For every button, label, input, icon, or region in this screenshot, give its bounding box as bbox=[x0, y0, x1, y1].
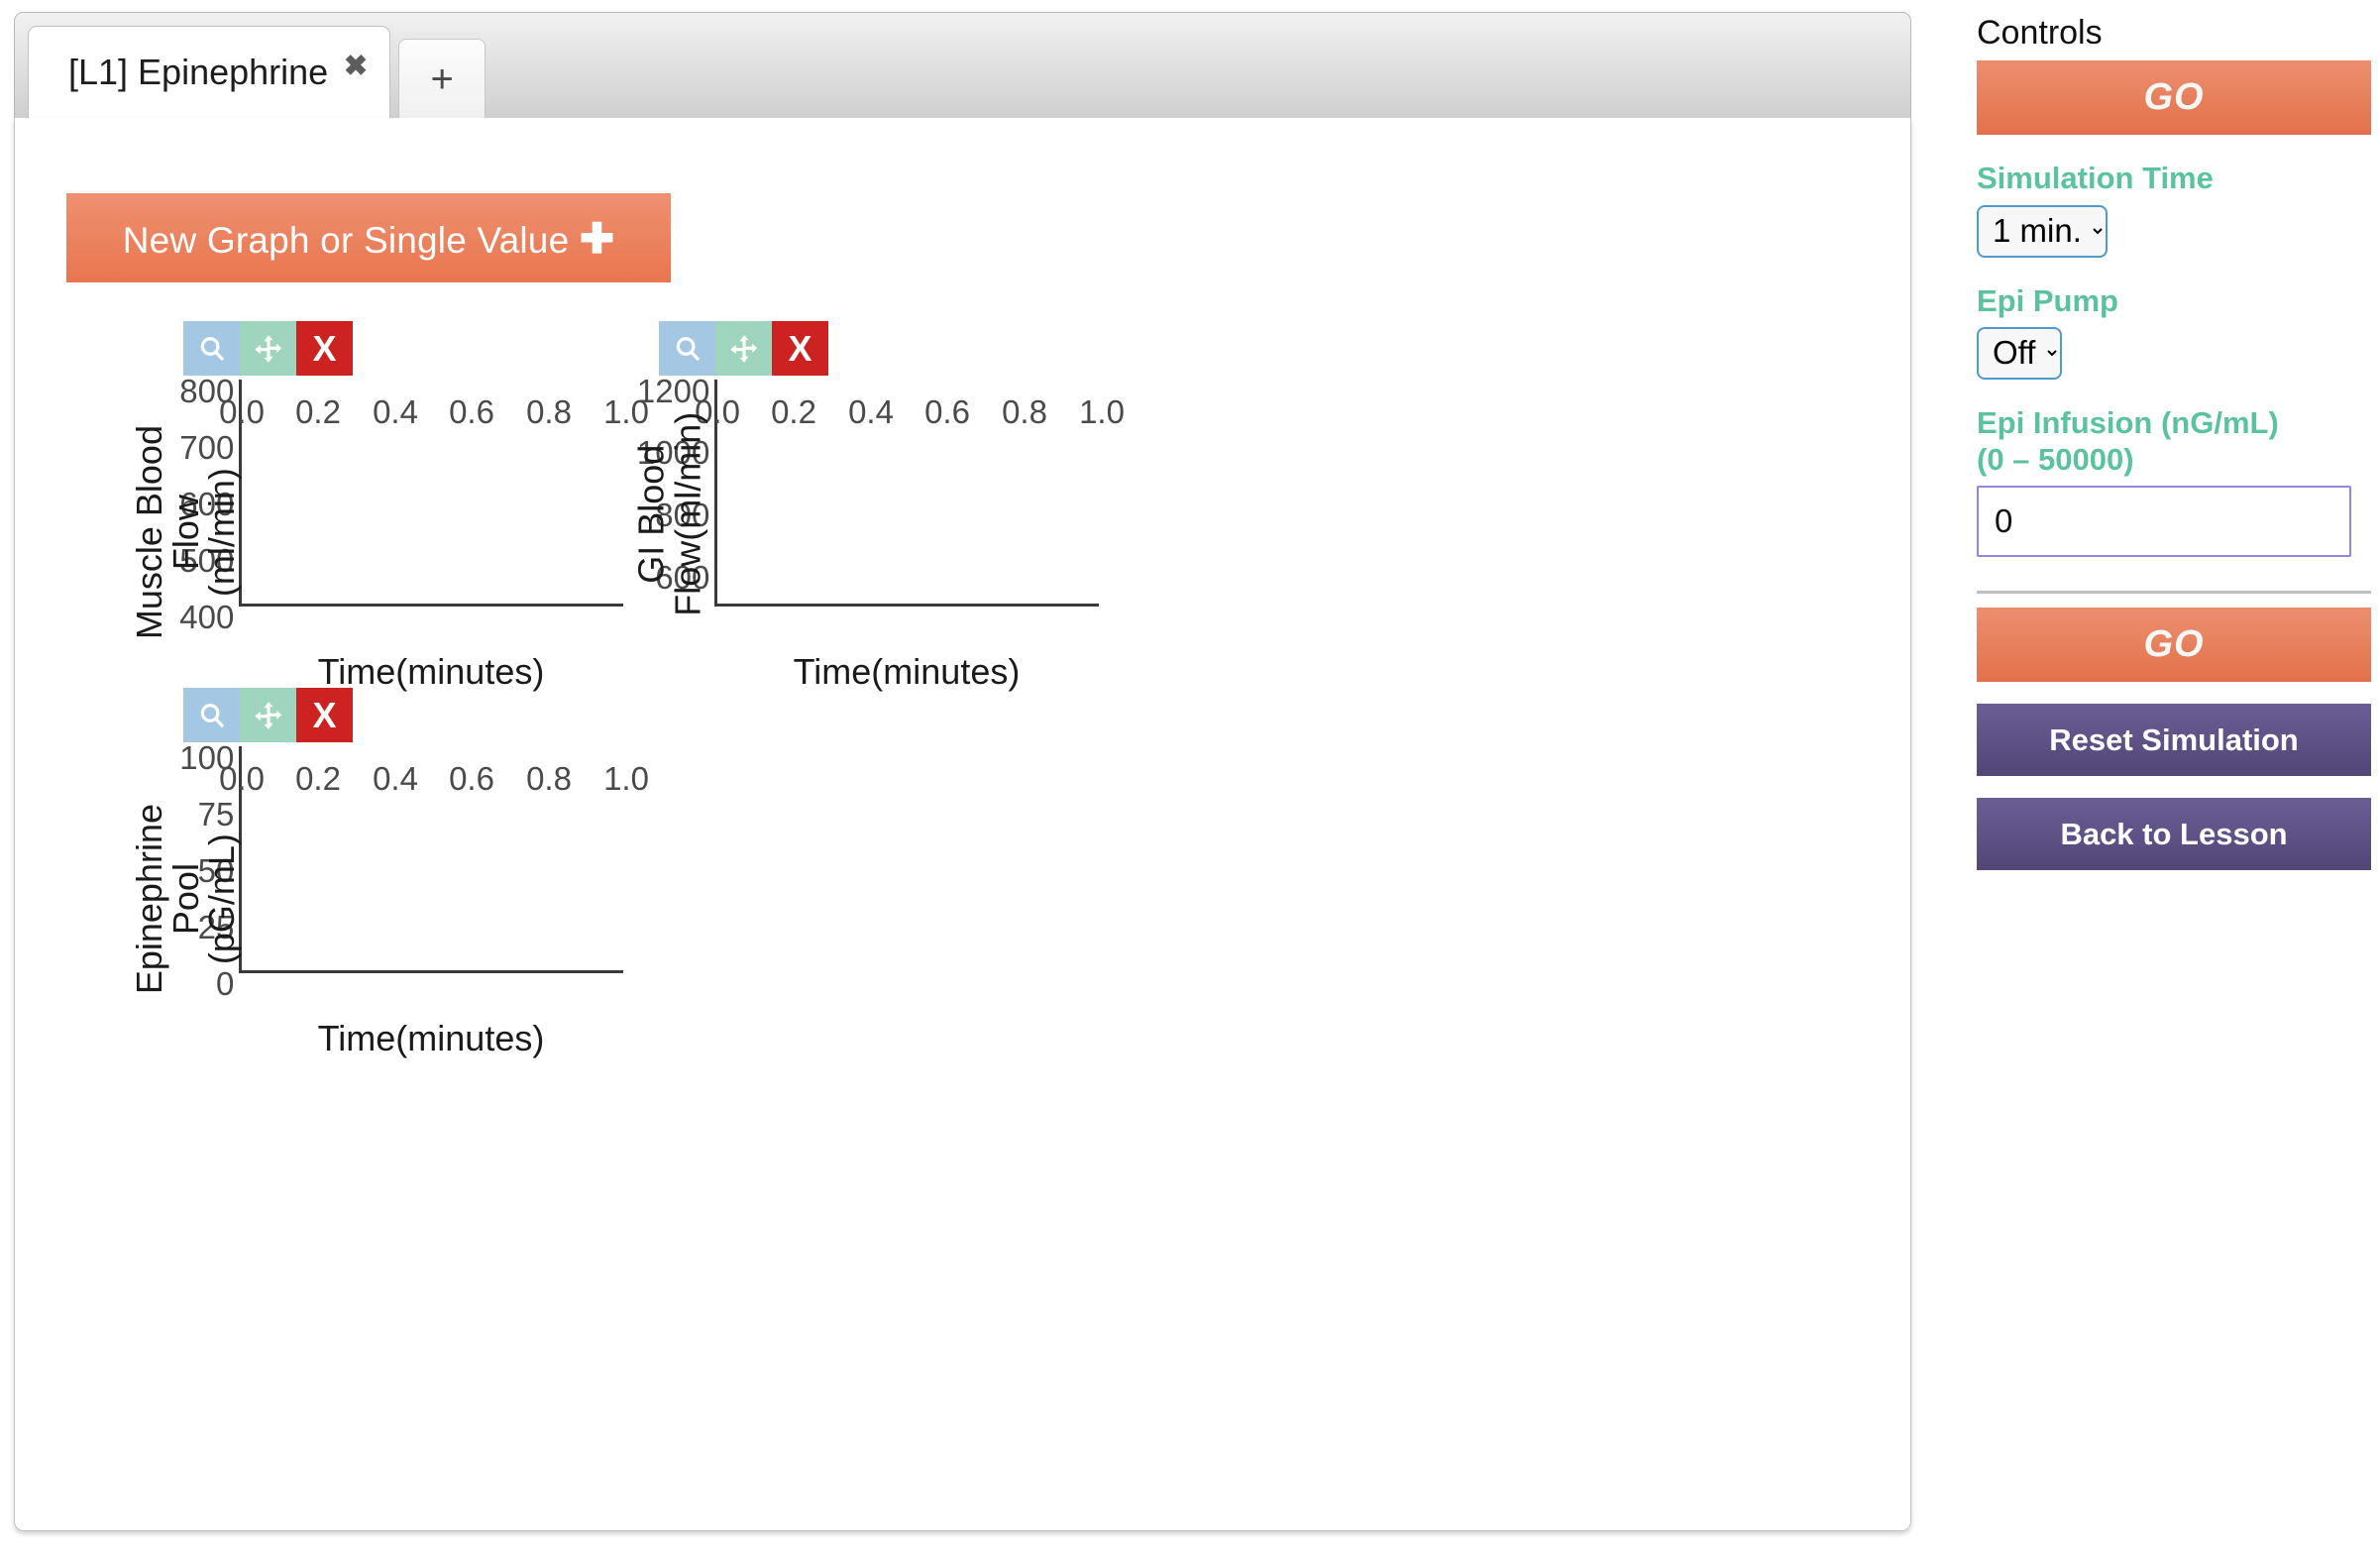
zoom-icon[interactable] bbox=[659, 321, 715, 376]
go-button-top[interactable]: GO bbox=[1977, 60, 2371, 135]
y-axis-label: Epinephrine Pool (pG/mL) bbox=[128, 804, 243, 995]
chart-muscle-blood-flow: X 400 500 600 700 800 0.0 0.2 0.4 0.6 0.… bbox=[110, 321, 649, 692]
x-tick: 0.2 bbox=[771, 393, 816, 430]
axes: 600 800 1000 1200 0.0 0.2 0.4 0.6 0.8 1.… bbox=[637, 373, 1125, 607]
simulation-time-select[interactable]: 1 min. bbox=[1977, 204, 2108, 258]
x-axis-label: Time(minutes) bbox=[317, 651, 545, 692]
x-axis-label: Time(minutes) bbox=[317, 1018, 545, 1058]
x-tick: 0.6 bbox=[924, 393, 970, 430]
axes: 0 25 50 75 100 0.0 0.2 0.4 0.6 0.8 1.0 bbox=[179, 739, 649, 1002]
tab-bar: [L1] Epinephrine ✖ + bbox=[14, 12, 1911, 120]
close-chart-label: X bbox=[788, 327, 812, 369]
add-tab-button[interactable]: + bbox=[398, 39, 487, 120]
chart-epinephrine-pool: X 0 25 50 75 100 0.0 0.2 0.4 0.6 0.8 1.0… bbox=[110, 688, 649, 1058]
zoom-icon[interactable] bbox=[183, 688, 240, 742]
x-tick: 0.8 bbox=[526, 760, 572, 797]
x-tick: 1.0 bbox=[603, 760, 649, 797]
chart-toolbar: X bbox=[183, 321, 353, 376]
x-axis-label: Time(minutes) bbox=[793, 651, 1021, 692]
epi-infusion-input[interactable] bbox=[1977, 486, 2351, 558]
tab-close-icon[interactable]: ✖ bbox=[344, 53, 368, 81]
tab-label: [L1] Epinephrine bbox=[68, 52, 329, 92]
chart-toolbar: X bbox=[659, 321, 828, 376]
close-chart-label: X bbox=[312, 327, 337, 369]
controls-title: Controls bbox=[1977, 14, 2103, 52]
plot-area: 400 500 600 700 800 0.0 0.2 0.4 0.6 0.8 … bbox=[110, 373, 649, 692]
back-to-lesson-button[interactable]: Back to Lesson bbox=[1977, 798, 2371, 871]
x-tick: 0.8 bbox=[526, 393, 572, 430]
close-chart-icon[interactable]: X bbox=[772, 321, 828, 376]
chart-gi-blood-flow: X 600 800 1000 1200 0.0 0.2 0.4 0.6 0.8 bbox=[586, 321, 1125, 692]
move-icon[interactable] bbox=[240, 321, 296, 376]
epi-pump-select[interactable]: Off bbox=[1977, 327, 2062, 381]
close-chart-icon[interactable]: X bbox=[296, 321, 353, 376]
move-icon[interactable] bbox=[715, 321, 772, 376]
controls-panel: Controls GO Simulation Time 1 min. Epi P… bbox=[1977, 14, 2371, 871]
x-tick: 0.4 bbox=[848, 393, 894, 430]
axes: 400 500 600 700 800 0.0 0.2 0.4 0.6 0.8 … bbox=[179, 373, 649, 635]
reset-simulation-button[interactable]: Reset Simulation bbox=[1977, 704, 2371, 777]
chart-toolbar: X bbox=[183, 688, 353, 742]
plot-area: 600 800 1000 1200 0.0 0.2 0.4 0.6 0.8 1.… bbox=[586, 373, 1125, 692]
simulation-time-label: Simulation Time bbox=[1977, 161, 2214, 195]
controls-divider bbox=[1977, 591, 2371, 595]
close-chart-label: X bbox=[312, 694, 337, 735]
x-tick: 0.6 bbox=[449, 393, 494, 430]
x-tick: 0.6 bbox=[449, 760, 494, 797]
new-graph-button[interactable]: New Graph or Single Value ✚ bbox=[66, 193, 671, 282]
x-tick: 0.4 bbox=[373, 760, 418, 797]
new-graph-label: New Graph or Single Value bbox=[122, 219, 570, 261]
y-axis-label: GI Blood Flow(ml/min) bbox=[630, 411, 707, 616]
epi-pump-label: Epi Pump bbox=[1977, 282, 2118, 318]
panel-body: New Graph or Single Value ✚ X 400 500 60… bbox=[14, 118, 1911, 1531]
go-button-bottom[interactable]: GO bbox=[1977, 608, 2371, 683]
graph-panel: [L1] Epinephrine ✖ + New Graph or Single… bbox=[14, 12, 1911, 1531]
close-chart-icon[interactable]: X bbox=[296, 688, 353, 742]
plus-icon: ✚ bbox=[579, 214, 615, 262]
x-tick: 1.0 bbox=[1079, 393, 1125, 430]
y-axis-label: Muscle Blood Flow (ml/min) bbox=[128, 425, 243, 640]
plot-area: 0 25 50 75 100 0.0 0.2 0.4 0.6 0.8 1.0 E… bbox=[110, 739, 649, 1058]
x-tick: 0.2 bbox=[295, 393, 341, 430]
tab-epinephrine[interactable]: [L1] Epinephrine ✖ bbox=[28, 26, 391, 120]
x-tick: 0.8 bbox=[1002, 393, 1047, 430]
x-tick: 0.2 bbox=[295, 760, 341, 797]
epi-infusion-label: Epi Infusion (nG/mL) (0 – 50000) bbox=[1977, 405, 2279, 477]
zoom-icon[interactable] bbox=[183, 321, 240, 376]
app-root: [L1] Epinephrine ✖ + New Graph or Single… bbox=[0, 0, 2380, 1552]
move-icon[interactable] bbox=[240, 688, 296, 742]
x-tick: 0.4 bbox=[373, 393, 418, 430]
